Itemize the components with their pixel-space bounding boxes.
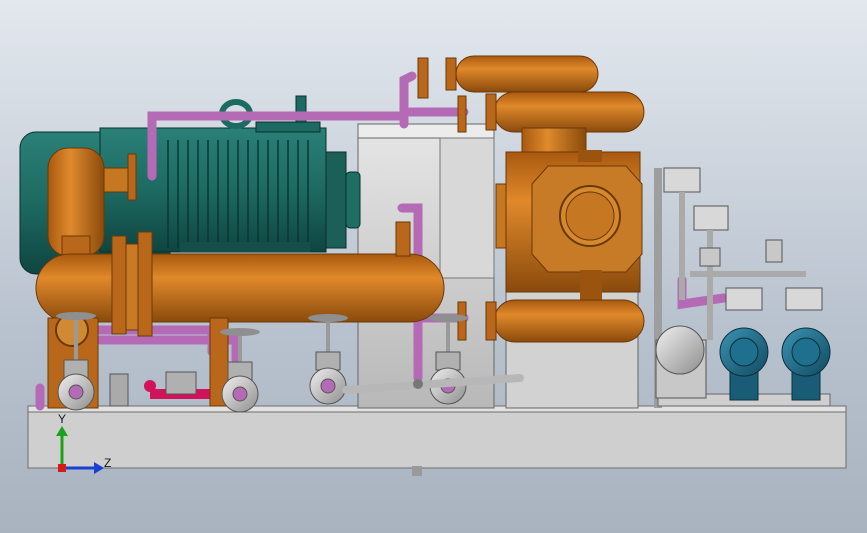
x-axis-marker [58,464,66,472]
z-axis-label: Z [104,456,112,470]
blue-pump-2 [781,327,831,401]
middle-receiver-tank [457,91,645,133]
gate-valve-3 [308,314,348,405]
screw-compressor [495,127,643,300]
y-axis-label: Y [58,412,67,426]
blue-pump-1 [719,327,769,401]
red-pipe-elbow [144,380,156,392]
equipment-model[interactable] [0,0,867,533]
gray-filter-pump [655,325,707,399]
base-skid [27,405,847,476]
oil-separator-tank [457,299,645,343]
3d-model-viewport[interactable]: Y Z [0,0,867,533]
